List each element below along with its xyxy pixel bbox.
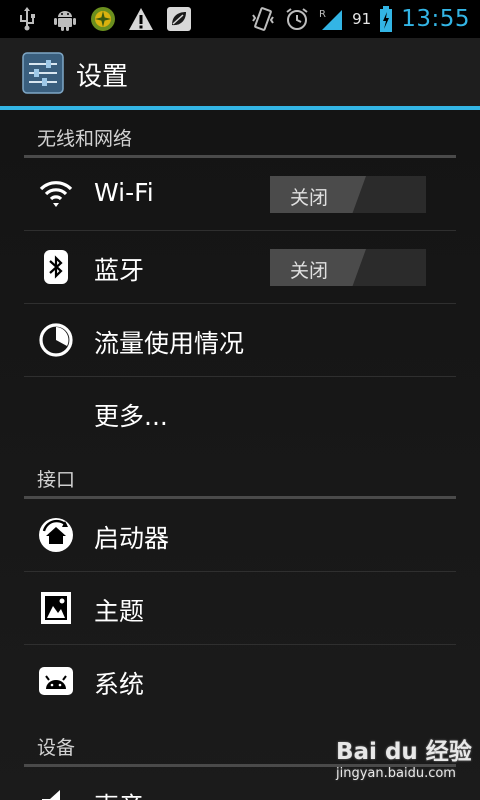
settings-item-label: 系统: [94, 670, 145, 699]
signal-roaming-icon: R: [319, 9, 343, 30]
bluetooth-toggle[interactable]: 关闭: [270, 249, 426, 286]
data-usage-icon: [39, 323, 73, 357]
app-notification-icon: [91, 7, 115, 31]
wifi-icon: [39, 181, 73, 207]
section-title: 无线和网络: [37, 128, 133, 150]
settings-item-system[interactable]: 系统: [24, 645, 456, 718]
settings-list: 无线和网络 Wi-Fi 关闭 蓝牙 关闭 流量使用情况 更多... 接口 启动器…: [0, 110, 480, 800]
settings-item-wifi[interactable]: Wi-Fi 关闭: [24, 158, 456, 231]
bluetooth-icon: [44, 250, 68, 284]
baidu-jingyan-watermark: Bai du 经验 jingyan.baidu.com: [336, 728, 472, 790]
settings-item-data-usage[interactable]: 流量使用情况: [24, 304, 456, 377]
system-icon: [39, 667, 73, 695]
settings-item-theme[interactable]: 主题: [24, 572, 456, 645]
section-header-interface: 接口: [24, 453, 456, 499]
status-bar-notifications: [14, 5, 192, 33]
status-bar-clock: 13:55: [401, 6, 470, 32]
usb-icon: [20, 7, 35, 31]
battery-charging-icon: [380, 6, 393, 32]
alarm-icon: [286, 8, 308, 30]
wifi-toggle[interactable]: 关闭: [270, 176, 426, 213]
settings-item-more[interactable]: 更多...: [24, 377, 456, 450]
watermark-url: jingyan.baidu.com: [336, 766, 456, 781]
settings-item-label: 声音: [94, 787, 144, 800]
svg-text:R: R: [319, 9, 326, 20]
settings-item-launcher[interactable]: 启动器: [24, 499, 456, 572]
vibrate-icon: [252, 7, 274, 31]
section-title: 接口: [37, 469, 76, 491]
settings-item-label: 启动器: [94, 524, 170, 553]
status-bar: R 91 13:55: [0, 0, 480, 38]
leaf-app-icon: [167, 7, 191, 31]
watermark-logo: Bai du 经验: [336, 739, 472, 765]
settings-item-label: 更多...: [94, 402, 168, 431]
toggle-label: 关闭: [290, 187, 329, 209]
action-bar: 设置: [0, 38, 480, 106]
section-title: 设备: [37, 737, 76, 759]
status-bar-system: R 91 13:55: [250, 4, 470, 34]
settings-item-label: 流量使用情况: [94, 329, 245, 358]
battery-level: 91: [352, 10, 372, 28]
settings-item-label: 主题: [94, 597, 145, 626]
android-debug-icon: [54, 11, 76, 31]
warning-icon: [129, 8, 153, 30]
settings-item-label: Wi-Fi: [94, 178, 154, 207]
launcher-icon: [39, 518, 73, 552]
theme-icon: [41, 592, 71, 624]
settings-sliders-icon[interactable]: [22, 52, 64, 94]
toggle-label: 关闭: [290, 260, 329, 282]
settings-item-label: 蓝牙: [94, 256, 145, 285]
settings-item-bluetooth[interactable]: 蓝牙 关闭: [24, 231, 456, 304]
sound-icon: [42, 790, 60, 800]
page-title: 设置: [76, 62, 129, 92]
section-header-wireless: 无线和网络: [24, 112, 456, 158]
